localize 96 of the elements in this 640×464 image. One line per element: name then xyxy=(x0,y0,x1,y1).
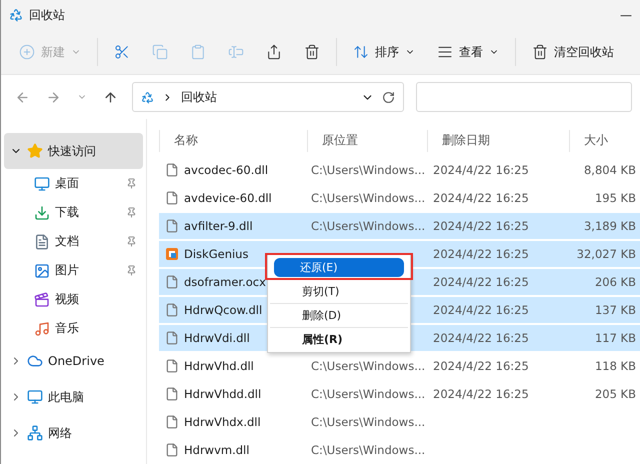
sidebar-item[interactable]: 文档 xyxy=(4,227,143,256)
file-icon xyxy=(165,274,179,289)
file-icon xyxy=(165,162,179,177)
file-name: Hdrwvm.dll xyxy=(184,442,250,457)
picture-icon xyxy=(34,262,50,278)
sidebar-item[interactable]: 图片 xyxy=(4,256,143,285)
computer-icon xyxy=(27,389,43,405)
file-name: HdrwVhdd.dll xyxy=(184,386,262,401)
original-location: C:\Users\Windows... xyxy=(310,218,426,233)
arrow-right-icon xyxy=(46,90,61,104)
share-icon xyxy=(266,44,282,60)
network-icon xyxy=(27,425,43,441)
file-icon xyxy=(165,330,179,345)
file-name: HdrwVdi.dll xyxy=(184,330,250,345)
plus-icon xyxy=(19,44,35,60)
trash-icon xyxy=(532,44,548,60)
window-title: 回收站 xyxy=(29,6,66,24)
sort-icon xyxy=(353,44,369,60)
desktop-icon xyxy=(34,176,50,192)
column-header[interactable]: 原位置 xyxy=(307,130,427,152)
sidebar-item[interactable]: 此电脑 xyxy=(4,379,143,415)
original-location: C:\Users\Windows... xyxy=(310,162,426,177)
menu-item[interactable]: 属性(R) xyxy=(274,330,404,349)
file-icon xyxy=(165,414,179,429)
file-name: HdrwVhdx.dll xyxy=(184,414,261,429)
file-size: 117 KB xyxy=(594,330,637,345)
lines-icon xyxy=(437,44,453,60)
sidebar-item[interactable]: 快速访问 xyxy=(4,133,143,169)
refresh-icon[interactable] xyxy=(382,90,395,104)
file-size: 205 KB xyxy=(594,386,637,401)
file-size: 137 KB xyxy=(594,302,637,317)
deleted-date: 2024/4/22 16:25 xyxy=(432,218,530,233)
file-name: HdrwVhd.dll xyxy=(184,358,254,373)
deleted-date: 2024/4/22 16:25 xyxy=(432,274,530,289)
document-icon xyxy=(34,234,50,250)
file-name: DiskGenius xyxy=(184,246,248,261)
clipboard-icon xyxy=(190,44,206,60)
sort-button[interactable]: 排序 xyxy=(343,36,425,68)
file-size: 8,804 KB xyxy=(582,162,637,177)
star-icon xyxy=(27,143,43,159)
original-location: C:\Users\Windows... xyxy=(310,414,426,429)
deleted-date: 2024/4/22 16:25 xyxy=(432,162,530,177)
column-header[interactable]: 名称 xyxy=(159,130,307,152)
file-size: 118 KB xyxy=(594,358,637,373)
video-icon xyxy=(34,292,50,308)
file-size: 195 KB xyxy=(594,190,637,205)
sidebar-item[interactable]: OneDrive xyxy=(4,343,143,379)
file-size: 32,027 KB xyxy=(576,246,637,261)
empty-recycle-bin-button[interactable]: 清空回收站 xyxy=(522,36,624,68)
menu-item[interactable]: 还原(E) xyxy=(274,258,404,277)
sidebar-item[interactable]: 视频 xyxy=(4,285,143,314)
cloud-icon xyxy=(27,353,43,369)
text-cursor-icon xyxy=(228,44,244,60)
menu-item[interactable]: 剪切(T) xyxy=(274,282,404,301)
deleted-date: 2024/4/22 16:25 xyxy=(432,358,530,373)
music-icon xyxy=(34,320,50,336)
original-location: C:\Users\Windows... xyxy=(310,190,426,205)
download-icon xyxy=(34,204,50,220)
file-icon xyxy=(165,218,179,233)
scissors-icon xyxy=(114,44,130,60)
copy-icon xyxy=(152,44,168,60)
recycle-bin-icon xyxy=(141,90,154,104)
view-button[interactable]: 查看 xyxy=(427,36,509,68)
deleted-date: 2024/4/22 16:25 xyxy=(432,302,530,317)
deleted-date: 2024/4/22 16:25 xyxy=(432,330,530,345)
file-name: HdrwQcow.dll xyxy=(184,302,262,317)
file-icon xyxy=(165,442,179,457)
file-name: dsoframer.ocx xyxy=(184,274,266,289)
deleted-date: 2024/4/22 16:25 xyxy=(432,386,530,401)
file-icon xyxy=(165,302,179,317)
trash-icon xyxy=(304,44,320,60)
search-field[interactable] xyxy=(416,82,632,112)
recycle-bin-icon xyxy=(9,8,23,22)
file-name: avdevice-60.dll xyxy=(184,190,272,205)
file-size: 206 KB xyxy=(594,274,637,289)
file-icon xyxy=(165,190,179,205)
menu-item[interactable]: 删除(D) xyxy=(274,306,404,325)
file-icon xyxy=(165,386,179,401)
disk-app-icon xyxy=(165,246,179,261)
file-size: 3,189 KB xyxy=(582,218,637,233)
sidebar-item[interactable]: 下载 xyxy=(4,198,143,227)
sidebar-item[interactable]: 桌面 xyxy=(4,169,143,198)
original-location: C:\Users\Windows... xyxy=(310,442,426,457)
original-location: C:\Users\Windows... xyxy=(310,386,426,401)
column-header[interactable]: 大小 xyxy=(569,130,640,152)
address-bar[interactable]: 回收站 xyxy=(132,82,404,112)
file-icon xyxy=(165,358,179,373)
column-header[interactable]: 删除日期 xyxy=(427,130,569,152)
deleted-date: 2024/4/22 16:25 xyxy=(432,190,530,205)
original-location: C:\Users\Windows... xyxy=(310,358,426,373)
sidebar-item[interactable]: 音乐 xyxy=(4,314,143,343)
file-name: avfilter-9.dll xyxy=(184,218,253,233)
deleted-date: 2024/4/22 16:25 xyxy=(432,246,530,261)
minimize-button[interactable]: — xyxy=(620,8,632,22)
file-name: avcodec-60.dll xyxy=(184,162,268,177)
sidebar-item[interactable]: 网络 xyxy=(4,415,143,451)
